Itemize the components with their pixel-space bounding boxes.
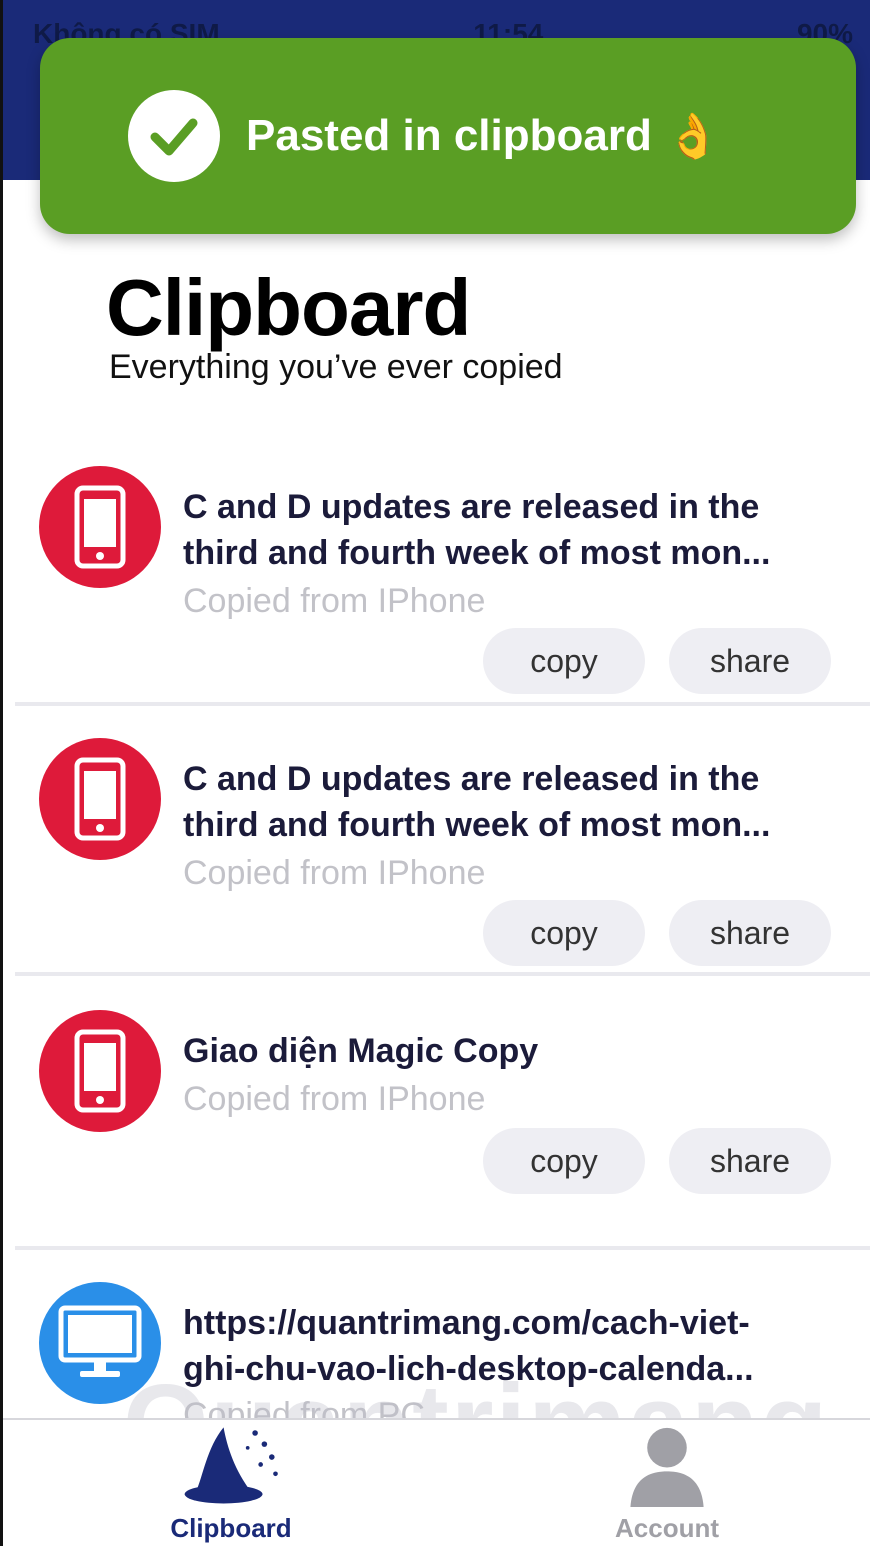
wizard-hat-icon — [184, 1427, 278, 1504]
copy-button[interactable]: copy — [483, 1128, 645, 1194]
item-source: Copied from IPhone — [183, 582, 486, 620]
item-source: Copied from IPhone — [183, 1080, 486, 1118]
copy-button[interactable]: copy — [483, 628, 645, 694]
share-button[interactable]: share — [669, 900, 831, 966]
page-title: Clipboard — [106, 263, 471, 352]
toast-message: Pasted in clipboard — [246, 111, 652, 160]
divider — [15, 702, 870, 706]
phone-icon — [39, 738, 161, 860]
share-button[interactable]: share — [669, 1128, 831, 1194]
item-text: C and D updates are released in the thir… — [183, 488, 771, 572]
tab-bar: Clipboard Account — [3, 1418, 870, 1546]
divider — [15, 1246, 870, 1250]
ok-hand-emoji: 👌 — [665, 112, 721, 161]
share-button[interactable]: share — [669, 628, 831, 694]
phone-icon — [39, 1010, 161, 1132]
copy-button[interactable]: copy — [483, 900, 645, 966]
check-icon — [128, 90, 220, 182]
app-screen: Không có SIM 11:54 90% Pasted in clipboa… — [0, 0, 870, 1546]
page-subtitle: Everything you’ve ever copied — [109, 348, 563, 386]
divider — [15, 972, 870, 976]
tab-account-label: Account — [615, 1513, 719, 1543]
item-text: Giao diện Magic Copy — [183, 1032, 539, 1070]
item-text: C and D updates are released in the thir… — [183, 760, 771, 844]
person-icon — [630, 1427, 704, 1508]
item-source: Copied from IPhone — [183, 854, 486, 892]
toast-notification[interactable]: Pasted in clipboard 👌 — [40, 38, 856, 234]
tab-account[interactable]: Account — [517, 1420, 817, 1546]
tab-clipboard-label: Clipboard — [170, 1513, 292, 1543]
phone-icon — [39, 466, 161, 588]
tab-clipboard[interactable]: Clipboard — [81, 1420, 381, 1546]
